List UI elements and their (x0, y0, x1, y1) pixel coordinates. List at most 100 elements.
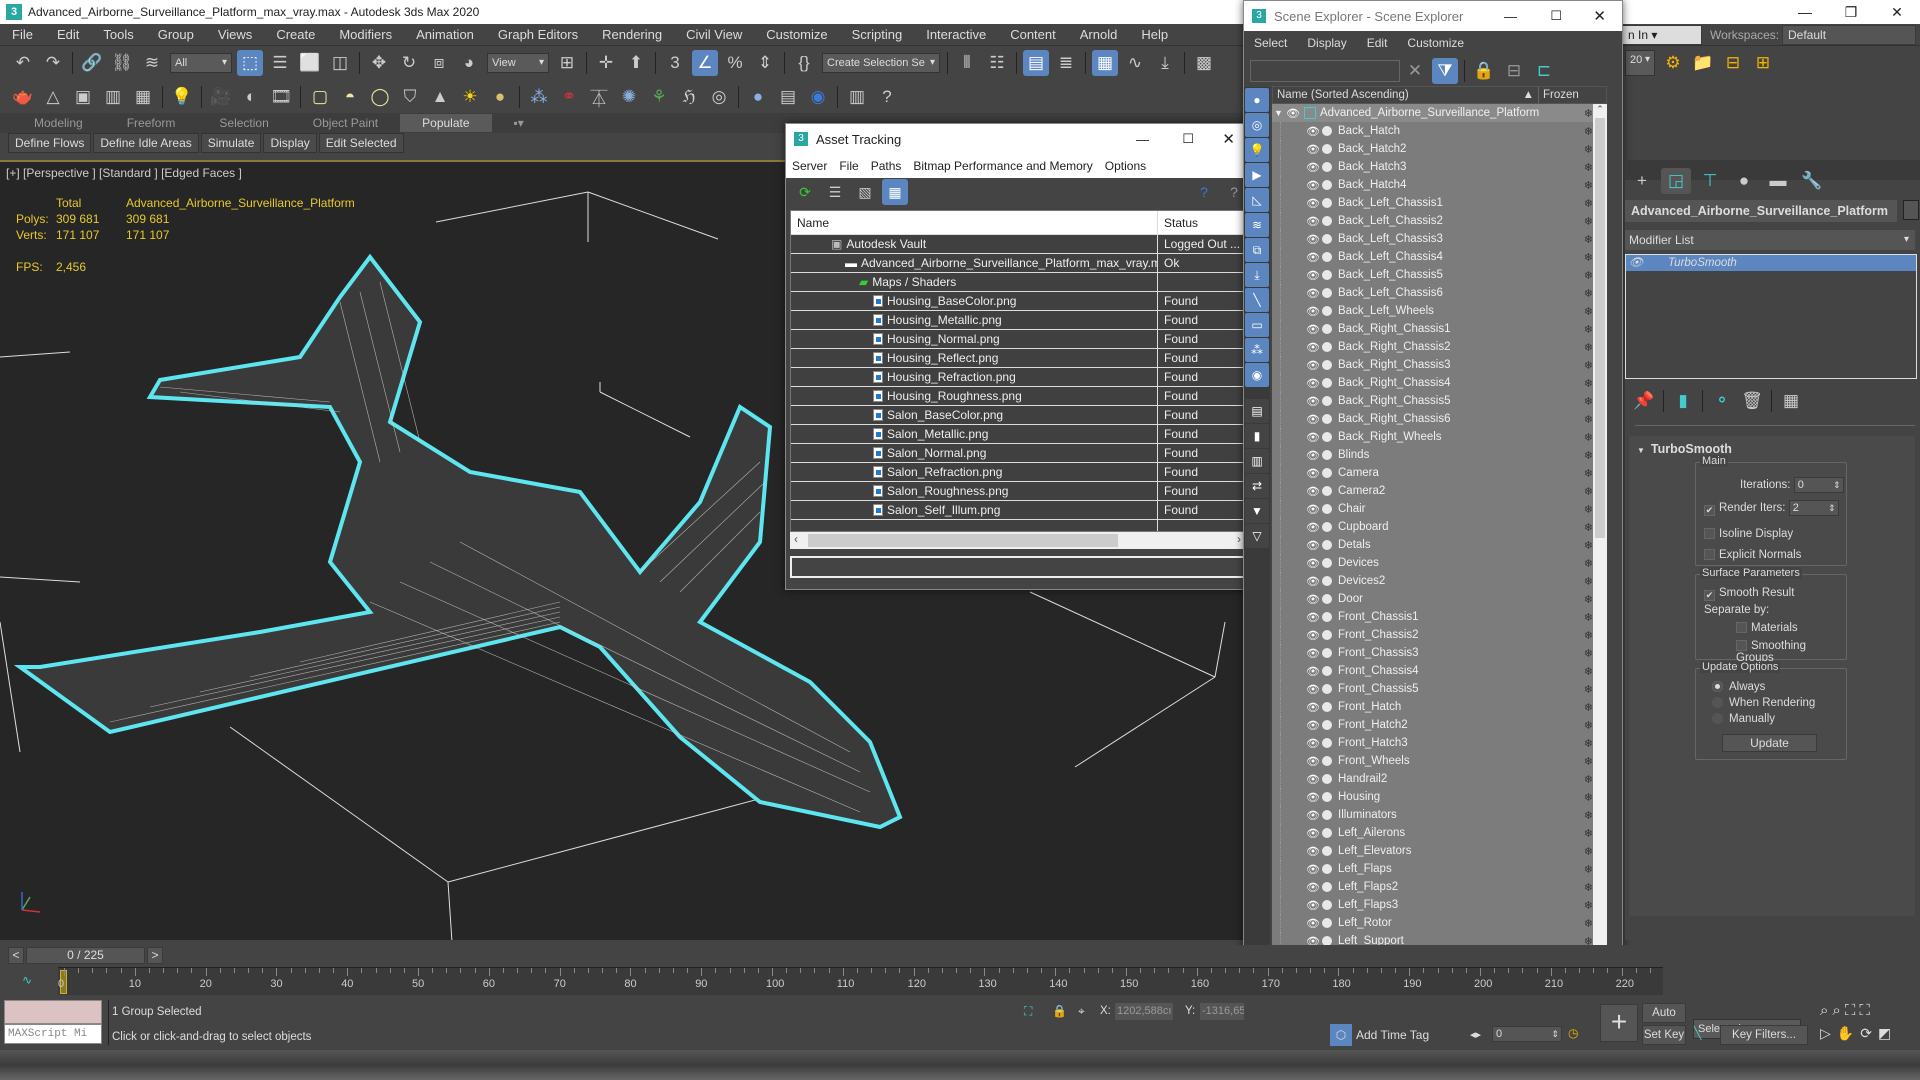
scene-list-item[interactable]: 👁 Back_Right_Chassis5 ❄ (1272, 392, 1607, 410)
menu-content[interactable]: Content (998, 27, 1068, 42)
edit-selected-button[interactable]: Edit Selected (318, 133, 404, 153)
key-tangent-icon[interactable]: ╲ (1694, 1026, 1701, 1040)
visibility-eye-icon[interactable]: 👁 (1306, 557, 1320, 570)
scene-list-item[interactable]: 👁 Illuminators ❄ (1272, 806, 1607, 824)
filter-funnel-2-icon[interactable]: ▽ (1245, 524, 1269, 548)
utilities-tab-icon[interactable]: 🔧 (1797, 168, 1827, 194)
manually-radio[interactable] (1712, 713, 1723, 724)
materials-checkbox[interactable] (1736, 622, 1747, 633)
asset-row[interactable]: ▬ Advanced_Airborne_Surveillance_Platform… (791, 254, 1244, 273)
scale-icon[interactable]: ⧈ (426, 50, 452, 76)
visibility-eye-icon[interactable]: 👁 (1306, 863, 1320, 876)
scene-list-item[interactable]: 👁 Blinds ❄ (1272, 446, 1607, 464)
render-frame-icon[interactable]: ▣ (70, 84, 96, 110)
pin-stack-icon[interactable]: 📌 (1631, 388, 1657, 414)
visibility-eye-icon[interactable]: 👁 (1306, 809, 1320, 822)
frozen-icon[interactable]: ❄ (1584, 233, 1593, 246)
sphere-light-icon[interactable]: ◯ (367, 84, 393, 110)
visibility-eye-icon[interactable]: 👁 (1306, 881, 1320, 894)
frozen-icon[interactable]: ❄ (1584, 791, 1593, 804)
frozen-icon[interactable]: ❄ (1584, 863, 1593, 876)
visibility-eye-icon[interactable]: 👁 (1306, 197, 1320, 210)
display-lights-icon[interactable]: 💡 (1245, 138, 1269, 162)
scene-list-item[interactable]: 👁 Handrail2 ❄ (1272, 770, 1607, 788)
scene-list-item[interactable]: 👁 Back_Hatch2 ❄ (1272, 140, 1607, 158)
scene-list-item[interactable]: 👁 Back_Right_Chassis2 ❄ (1272, 338, 1607, 356)
display-button[interactable]: Display (263, 133, 317, 153)
frozen-icon[interactable]: ❄ (1584, 647, 1593, 660)
scene-maximize-button[interactable]: ☐ (1550, 8, 1562, 24)
expand-hierarchy-icon[interactable]: ⊏ (1531, 58, 1557, 84)
menu-create[interactable]: Create (264, 27, 327, 42)
menu-help[interactable]: Help (1129, 27, 1180, 42)
frozen-icon[interactable]: ❄ (1584, 539, 1593, 552)
current-frame-spinner[interactable]: 0 (1492, 1026, 1562, 1042)
visibility-eye-icon[interactable]: 👁 (1306, 575, 1320, 588)
frozen-icon[interactable]: ❄ (1584, 251, 1593, 264)
scene-list-item[interactable]: 👁 Left_Flaps ❄ (1272, 860, 1607, 878)
select-by-name-icon[interactable]: ☰ (267, 50, 293, 76)
timeline-ruler[interactable]: 0 10 20 30 40 50 60 70 80 90 100 110 120 130 140 150 160… (58, 967, 1663, 995)
visibility-eye-icon[interactable]: 👁 (1306, 287, 1320, 300)
frozen-icon[interactable]: ❄ (1584, 269, 1593, 282)
scene-list-item[interactable]: 👁 Back_Hatch3 ❄ (1272, 158, 1607, 176)
menu-rendering[interactable]: Rendering (590, 27, 674, 42)
select-all-icon[interactable]: ▤ (1245, 399, 1269, 423)
frozen-icon[interactable]: ❄ (1584, 395, 1593, 408)
field-of-view-icon[interactable]: ▷ (1820, 1025, 1831, 1042)
maxscript-mini-listener[interactable]: MAXScript Mi (4, 1024, 102, 1044)
select-invert-icon[interactable]: ▥ (1245, 449, 1269, 473)
scene-list-item[interactable]: 👁 Back_Right_Wheels ❄ (1272, 428, 1607, 446)
scene-list-item[interactable]: 👁 Front_Chassis2 ❄ (1272, 626, 1607, 644)
column-name[interactable]: Name (791, 211, 1158, 234)
workspaces-dropdown[interactable]: Default (1782, 25, 1916, 45)
menu-views[interactable]: Views (206, 27, 264, 42)
dome-light-icon[interactable]: ◓ (337, 84, 363, 110)
object-color-swatch[interactable] (1903, 200, 1919, 220)
visibility-eye-icon[interactable]: 👁 (1306, 215, 1320, 228)
prev-frame-button[interactable]: < (8, 947, 24, 964)
frozen-icon[interactable]: ❄ (1584, 845, 1593, 858)
align-icon[interactable]: ☷ (984, 50, 1010, 76)
visibility-eye-icon[interactable]: 👁 (1306, 611, 1320, 624)
schematic-view-icon[interactable]: ⤓ (1152, 50, 1178, 76)
light-icon[interactable]: 💡 (169, 84, 195, 110)
visibility-eye-icon[interactable]: 👁 (1306, 539, 1320, 552)
pivot-center-icon[interactable]: ⊞ (554, 50, 580, 76)
visibility-eye-icon[interactable]: 👁 (1286, 107, 1300, 120)
motion-tab-icon[interactable]: ● (1729, 168, 1759, 194)
display-spacewarps-icon[interactable]: ≋ (1245, 213, 1269, 237)
placement-icon[interactable]: ◕ (456, 50, 482, 76)
window-crossing-icon[interactable]: ◫ (327, 50, 353, 76)
frame-dropdown[interactable]: 20 (1625, 50, 1655, 76)
visibility-eye-icon[interactable]: 👁 (1306, 233, 1320, 246)
molecule-icon[interactable]: ⚭ (556, 84, 582, 110)
scene-menu-customize[interactable]: Customize (1397, 36, 1474, 50)
modify-tab-icon[interactable]: ◲ (1661, 168, 1691, 194)
ornatrix-icon[interactable]: ◎ (706, 84, 732, 110)
scene-list-item[interactable]: 👁 Devices2 ❄ (1272, 572, 1607, 590)
frozen-icon[interactable]: ❄ (1584, 773, 1593, 786)
orbit-icon[interactable]: ⟳ (1860, 1025, 1872, 1042)
scene-list-item[interactable]: 👁 Left_Ailerons ❄ (1272, 824, 1607, 842)
camera-sequencer-icon[interactable]: ◐ (238, 84, 264, 110)
frozen-icon[interactable]: ❄ (1584, 881, 1593, 894)
visibility-eye-icon[interactable]: 👁 (1306, 737, 1320, 750)
scene-list-item[interactable]: 👁 Left_Elevators ❄ (1272, 842, 1607, 860)
mirror-icon[interactable]: ⫴ (954, 50, 980, 76)
zoom-extents-icon[interactable]: ⛶ (1845, 1002, 1856, 1019)
ambient-light-icon[interactable]: ● (487, 84, 513, 110)
frozen-icon[interactable]: ❄ (1584, 287, 1593, 300)
scene-list-item[interactable]: 👁 Back_Hatch ❄ (1272, 122, 1607, 140)
visibility-eye-icon[interactable]: 👁 (1306, 503, 1320, 516)
scene-list-item[interactable]: 👁 Left_Rotor ❄ (1272, 914, 1607, 932)
column-status[interactable]: Status (1158, 211, 1198, 234)
display-geometry-icon[interactable]: ● (1245, 88, 1269, 112)
auto-key-button[interactable]: Auto Key (1642, 1003, 1686, 1037)
scene-list-item[interactable]: 👁 Camera ❄ (1272, 464, 1607, 482)
asset-close-button[interactable]: ✕ (1222, 130, 1235, 148)
asset-menu-server[interactable]: Server (786, 159, 833, 173)
scene-list-item[interactable]: 👁 Front_Hatch3 ❄ (1272, 734, 1607, 752)
layer-explorer-icon[interactable]: ≣ (1053, 50, 1079, 76)
modifier-list-dropdown[interactable]: Modifier List ▾ (1625, 230, 1915, 250)
